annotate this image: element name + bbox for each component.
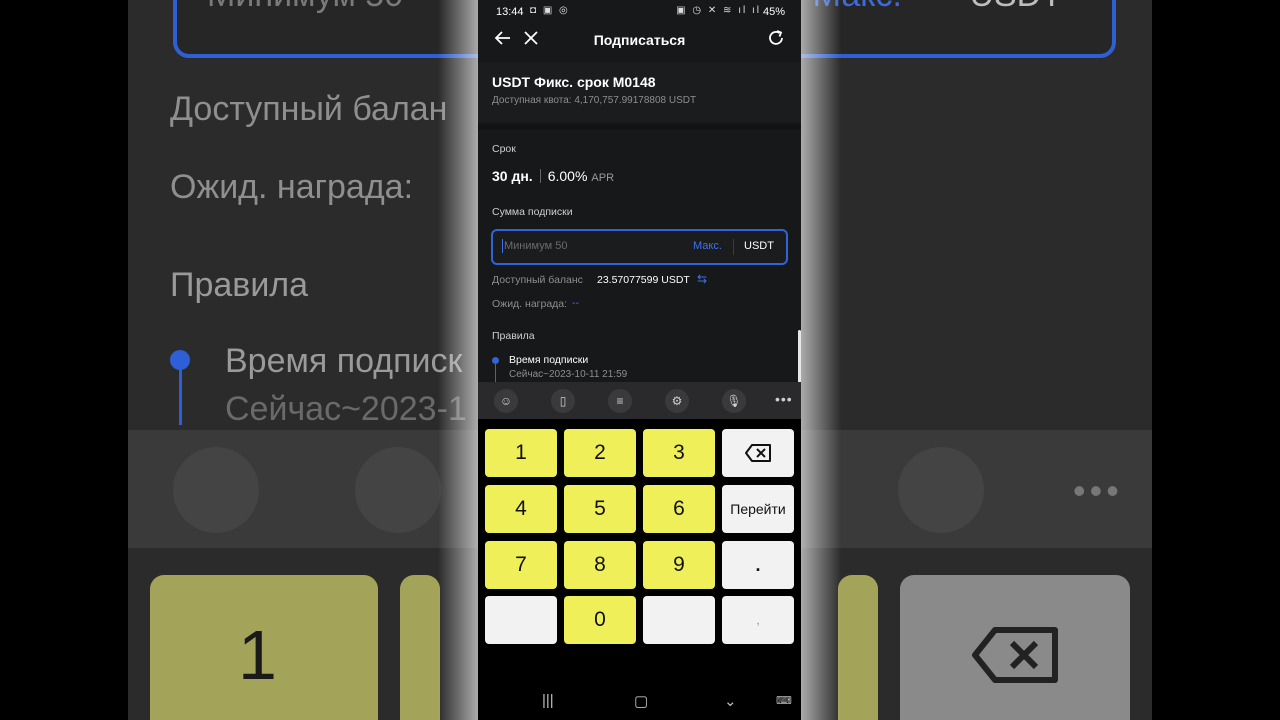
bg-subscribe-time: Время подписк [225,342,463,380]
keyboard-switch-icon[interactable]: ⌨ [776,694,792,707]
mic-icon[interactable]: 🎙 [722,389,746,413]
subscribe-time-date: Сейчас~2023-10-11 21:59 [509,369,628,380]
key-0[interactable]: 0 [564,596,636,644]
go-key[interactable]: Перейти [722,485,794,533]
bg-field-placeholder: Минимум 50 [207,0,403,15]
bg-key-1-label: 1 [238,616,277,694]
term-rate: 6.00% [547,168,588,184]
dot-key[interactable]: . [722,541,794,589]
home-icon[interactable]: ▢ [634,692,648,710]
bg-backspace-icon [972,627,1058,683]
key-6[interactable]: 6 [643,485,715,533]
phone-screen: 13:44 ◘ ▣ ◎ ▣ ◷ ✕ ≋ ıl ıl 45% Подписатьс… [478,0,801,720]
keyboard-toolbar: ☺ ▯ ≡ ⚙ 🎙 ••• [478,382,801,419]
key-8[interactable]: 8 [564,541,636,589]
system-nav-bar: ||| ▢ ⌄ ⌨ [478,684,801,720]
key-2[interactable]: 2 [564,429,636,477]
bg-balance-label: Доступный балан [170,90,448,128]
product-quota: Доступная квота: 4,170,757.99178808 USDT [492,95,697,106]
text-caret [502,239,503,253]
term-label: Срок [492,143,516,155]
amount-placeholder: Минимум 50 [504,240,568,252]
swap-icon[interactable]: ⇆ [697,272,707,286]
page-title: Подписаться [593,32,686,48]
blank-key-right[interactable] [643,596,715,644]
bg-more-icon: ••• [1073,470,1123,511]
numeric-keyboard: 1 2 3 4 5 6 Перейти 7 8 9 . 0 , [478,419,801,684]
bg-rules: Правила [170,266,309,304]
bg-emoji-icon [173,447,259,533]
emoji-icon[interactable]: ☺ [494,389,518,413]
right-glow [801,0,841,720]
reward-label: Ожид. награда: [492,298,568,310]
bg-mic-icon [898,447,984,533]
term-separator [539,169,541,183]
clipboard-icon[interactable]: ▯ [551,389,575,413]
amount-input[interactable]: Минимум 50 Макс. USDT [491,229,788,265]
bg-timeline-dot [170,350,190,370]
more-icon[interactable]: ••• [775,391,793,407]
bg-timeline-line [179,370,182,425]
backspace-key[interactable] [722,429,794,477]
top-nav: Подписаться [478,25,801,57]
section-divider [478,124,801,130]
bg-key-6 [838,575,878,720]
reward-value: -- [572,297,579,309]
blank-key-left[interactable] [485,596,557,644]
key-5[interactable]: 5 [564,485,636,533]
recent-apps-icon[interactable]: ||| [542,692,554,709]
settings-icon[interactable]: ⚙ [665,389,689,413]
left-glow [438,0,478,720]
bg-key-2 [400,575,440,720]
key-1[interactable]: 1 [485,429,557,477]
key-9[interactable]: 9 [643,541,715,589]
hide-keyboard-icon[interactable]: ⌄ [724,692,737,710]
max-button[interactable]: Макс. [693,240,722,252]
timeline-line [495,364,496,382]
status-app-icons: ◘ ▣ ◎ [530,5,570,16]
status-bar: 13:44 ◘ ▣ ◎ ▣ ◷ ✕ ≋ ıl ıl 45% [478,0,801,25]
term-days: 30 дн. [492,168,533,184]
balance-label: Доступный баланс [492,274,583,286]
balance-value: 23.57077599 USDT [597,274,690,286]
battery-level: 45% [762,6,785,18]
bg-reward-label: Ожид. награда: [170,168,414,206]
term-row[interactable]: 30 дн. 6.00% APR [492,168,614,184]
bg-field-currency: USDT [969,0,1062,15]
amount-label: Сумма подписки [492,206,573,218]
currency-selector[interactable]: USDT [744,240,774,252]
input-divider [733,239,734,255]
refresh-icon[interactable] [767,29,785,52]
backspace-icon [745,444,771,462]
text-edit-icon[interactable]: ≡ [608,389,632,413]
comma-key[interactable]: , [722,596,794,644]
product-header: USDT Фикс. срок M0148 Доступная квота: 4… [478,62,801,122]
timeline-dot [492,357,499,364]
bg-clipboard-icon [355,447,441,533]
key-4[interactable]: 4 [485,485,557,533]
bg-key-backspace [900,575,1130,720]
bg-subscribe-date: Сейчас~2023-1 [225,390,467,428]
subscribe-time-title: Время подписки [509,354,589,366]
status-system-icons: ▣ ◷ ✕ ≋ ıl ıl [676,5,761,16]
rules-label: Правила [492,330,535,342]
term-apr: APR [591,172,615,184]
key-3[interactable]: 3 [643,429,715,477]
product-name: USDT Фикс. срок M0148 [492,74,656,90]
key-7[interactable]: 7 [485,541,557,589]
status-time: 13:44 [496,6,524,18]
